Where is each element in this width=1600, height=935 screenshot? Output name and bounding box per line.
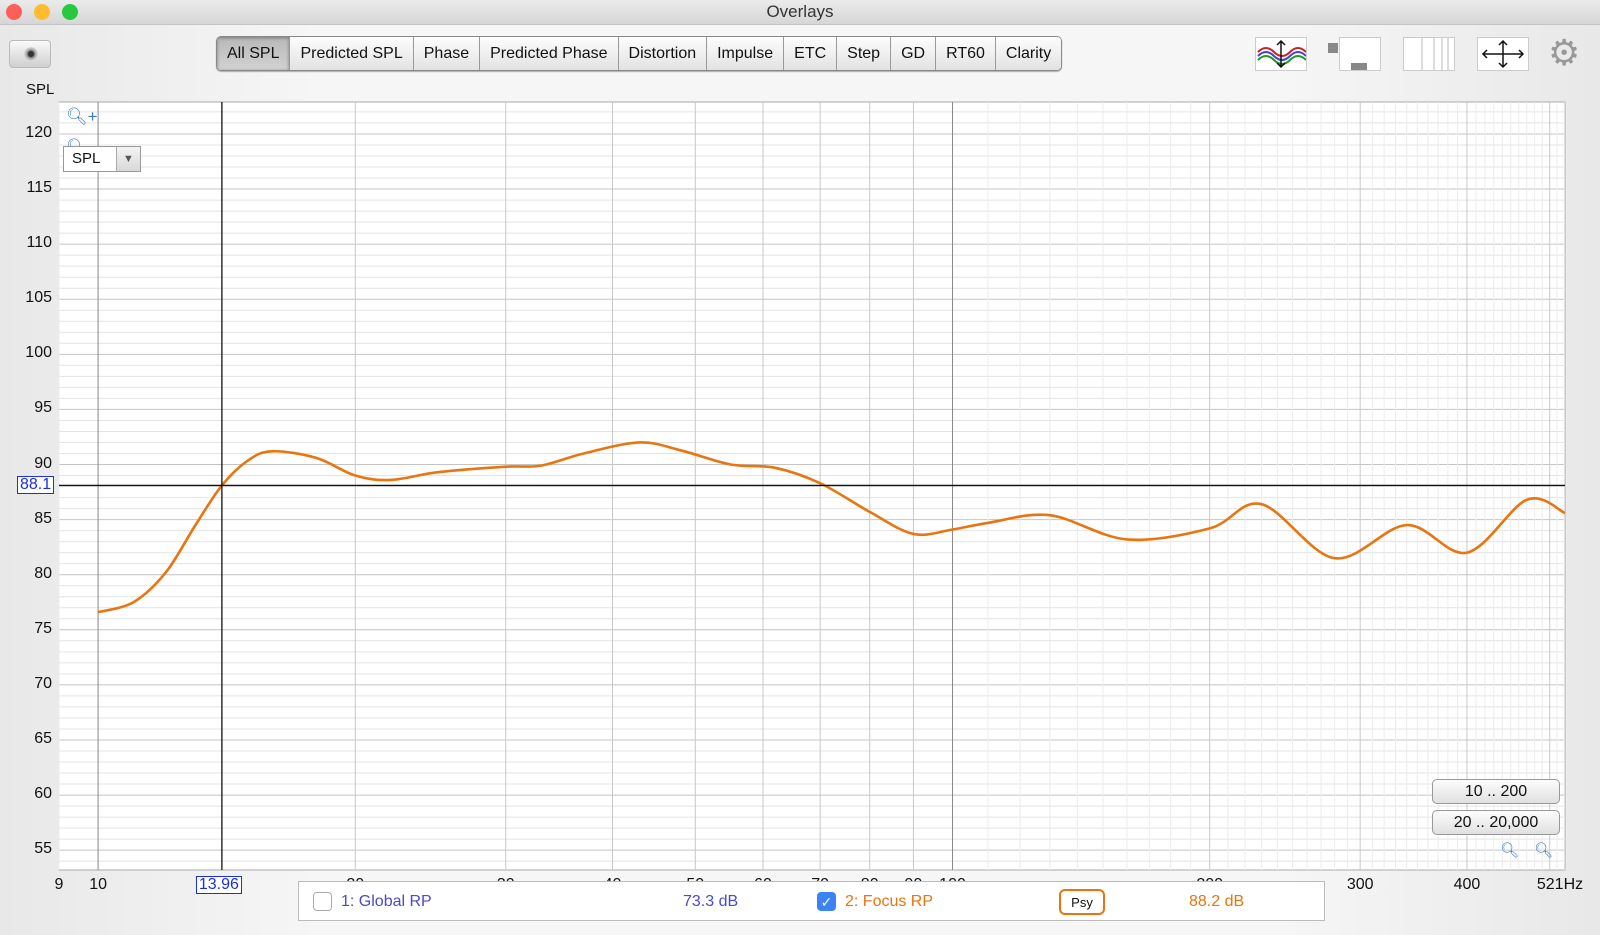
measurement-type-select[interactable]: SPL ▼ [63,146,141,172]
psy-smoothing-badge[interactable]: Psy [1059,889,1105,915]
y-tick-label: 70 [34,674,52,692]
y-tick-label: 75 [34,619,52,637]
range-20-20000-button[interactable]: 20 .. 20,000 [1432,810,1560,835]
legend-label-focus-rp[interactable]: 2: Focus RP [845,893,933,911]
cursor-y-readout: 88.1 [17,476,55,495]
cursor-x-readout: 13.96 [195,876,242,894]
spl-chart[interactable] [0,0,1600,935]
focus-rp-checkbox[interactable]: ✓ [817,892,836,911]
legend-value-global-rp: 73.3 dB [683,893,739,910]
y-tick-label: 90 [34,454,52,472]
x-axis-end-label: 521Hz [1536,876,1584,893]
x-tick-label: 300 [1346,876,1374,893]
y-tick-label: 95 [34,399,52,417]
y-tick-label: 60 [34,785,52,803]
legend-value-focus-rp: 88.2 dB [1189,893,1245,910]
y-tick-label: 105 [25,289,52,307]
y-tick-label: 55 [34,840,52,858]
measurement-legend: 1: Global RP 73.3 dB ✓ 2: Focus RP Psy 8… [298,881,1325,921]
chevron-down-icon[interactable]: ▼ [116,147,140,171]
global-rp-checkbox[interactable] [313,892,332,911]
x-tick-label: 400 [1453,876,1481,893]
y-tick-label: 100 [25,344,52,362]
y-tick-label: 65 [34,729,52,747]
x-tick-label: 10 [89,876,107,893]
y-tick-label: 110 [26,234,52,252]
y-tick-label: 85 [34,509,52,527]
selected-value: SPL [72,150,101,167]
x-tick-label: 9 [54,876,64,893]
x-zoom-out-icon[interactable]: 🔍︎ [1500,841,1519,859]
y-tick-label: 80 [34,564,52,582]
legend-label-global-rp[interactable]: 1: Global RP [341,893,432,911]
x-zoom-in-icon[interactable]: 🔍︎ [1534,841,1553,859]
y-tick-label: 115 [26,179,52,197]
y-tick-label: 120 [25,123,52,141]
zoom-in-icon[interactable]: 🔍︎+ [66,107,98,127]
range-10-200-button[interactable]: 10 .. 200 [1432,779,1560,804]
